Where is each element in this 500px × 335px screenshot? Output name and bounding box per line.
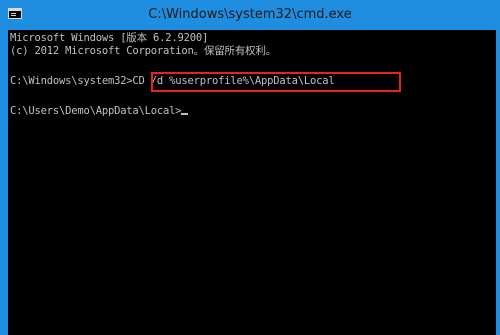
cmd-window: C:\Windows\system32\cmd.exe Microsoft Wi…: [0, 0, 500, 335]
prompt-text: C:\Users\Demo\AppData\Local>: [10, 105, 182, 117]
text-cursor: [181, 113, 189, 115]
window-title: C:\Windows\system32\cmd.exe: [148, 7, 352, 22]
copyright-line: (c) 2012 Microsoft Corporation。保留所有权利。: [10, 45, 277, 57]
command-highlight-box: [151, 72, 401, 92]
title-bar[interactable]: C:\Windows\system32\cmd.exe: [0, 0, 500, 30]
version-line: Microsoft Windows [版本 6.2.9200]: [10, 32, 209, 44]
prompt-line[interactable]: C:\Users\Demo\AppData\Local>: [10, 105, 189, 118]
console-output[interactable]: Microsoft Windows [版本 6.2.9200] (c) 2012…: [8, 30, 496, 335]
